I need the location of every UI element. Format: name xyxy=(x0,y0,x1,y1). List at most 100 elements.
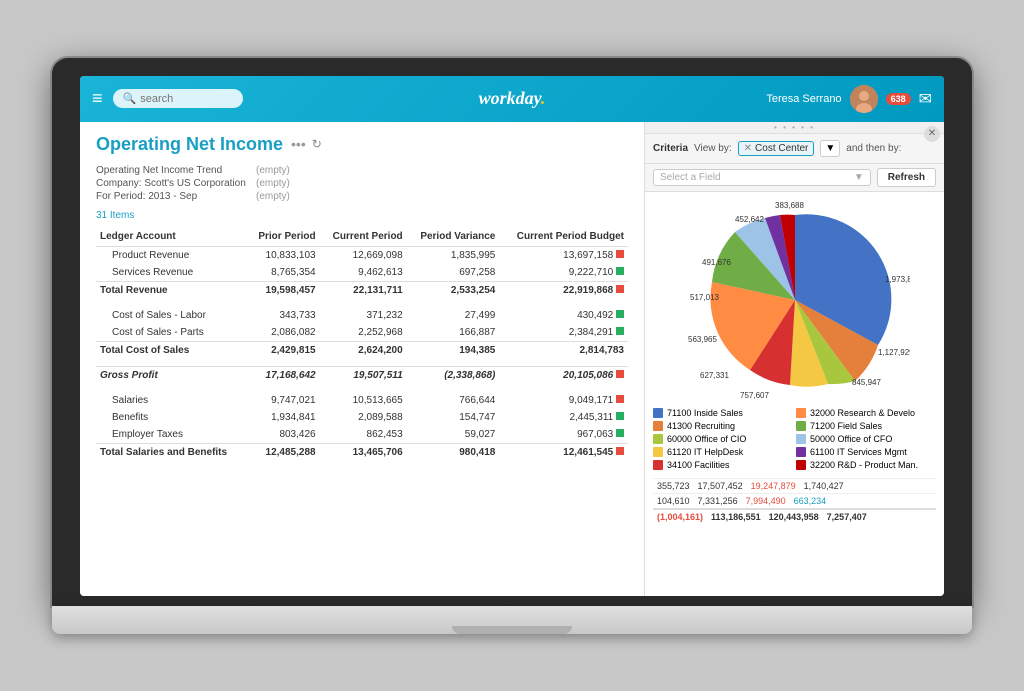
account-cell: Services Revenue xyxy=(96,264,247,282)
svg-text:491,676: 491,676 xyxy=(702,258,731,267)
flag-red-icon xyxy=(616,395,624,403)
extra-data-row: (1,004,161) 113,186,551 120,443,958 7,25… xyxy=(653,508,936,524)
left-panel: Operating Net Income ••• ↻ Operating Net… xyxy=(80,122,644,596)
page-title: Operating Net Income xyxy=(96,134,283,155)
extra-val: 7,331,256 xyxy=(698,496,738,506)
extra-data-area: 355,723 17,507,452 19,247,879 1,740,427 … xyxy=(653,478,936,524)
extra-val: 104,610 xyxy=(657,496,690,506)
svg-text:1,973,878: 1,973,878 xyxy=(885,275,910,284)
criteria-label: Criteria xyxy=(653,143,688,154)
items-count: 31 Items xyxy=(96,210,628,221)
criteria-tag-label: Cost Center xyxy=(755,143,808,154)
pie-chart-svg: 1,973,878 1,127,929 845,947 757,607 627,… xyxy=(680,200,910,400)
meta-row: For Period: 2013 - Sep (empty) xyxy=(96,191,628,202)
more-options-icon[interactable]: ••• xyxy=(291,136,306,152)
close-panel-button[interactable]: ✕ xyxy=(924,126,940,142)
nav-right: Teresa Serrano 638 ✉ xyxy=(766,85,932,113)
extra-val: 7,994,490 xyxy=(746,496,786,506)
account-cell: Product Revenue xyxy=(96,246,247,264)
budget-cell: 9,049,171 xyxy=(499,392,628,409)
legend-item: 32000 Research & Develo xyxy=(796,408,936,418)
budget-cell: 12,461,545 xyxy=(499,444,628,462)
meta-row: Operating Net Income Trend (empty) xyxy=(96,165,628,176)
table-header-row: Ledger Account Prior Period Current Peri… xyxy=(96,227,628,247)
hamburger-menu[interactable]: ≡ xyxy=(92,88,103,109)
current-cell: 862,453 xyxy=(320,426,407,444)
current-cell: 13,465,706 xyxy=(320,444,407,462)
prior-cell: 17,168,642 xyxy=(247,367,320,385)
col-header-current: Current Period xyxy=(320,227,407,247)
refresh-icon[interactable]: ↻ xyxy=(312,137,322,151)
field-chevron-icon: ▼ xyxy=(854,172,864,183)
budget-cell: 2,814,783 xyxy=(499,341,628,359)
current-cell: 22,131,711 xyxy=(320,281,407,299)
col-header-prior: Prior Period xyxy=(247,227,320,247)
gross-profit-row: Gross Profit 17,168,642 19,507,511 (2,33… xyxy=(96,367,628,385)
spacer-row xyxy=(96,384,628,392)
avatar[interactable] xyxy=(850,85,878,113)
svg-text:452,642: 452,642 xyxy=(735,215,764,224)
prior-cell: 8,765,354 xyxy=(247,264,320,282)
total-row: Total Cost of Sales 2,429,815 2,624,200 … xyxy=(96,341,628,359)
legend-label-inside-sales: 71100 Inside Sales xyxy=(667,408,743,418)
account-cell: Salaries xyxy=(96,392,247,409)
current-cell: 2,252,968 xyxy=(320,324,407,342)
table-row: Cost of Sales - Parts 2,086,082 2,252,96… xyxy=(96,324,628,342)
svg-text:627,331: 627,331 xyxy=(700,371,729,380)
budget-cell: 22,919,868 xyxy=(499,281,628,299)
search-input[interactable] xyxy=(140,93,230,105)
pie-chart-container: 1,973,878 1,127,929 845,947 757,607 627,… xyxy=(653,200,936,524)
legend-label-research: 32000 Research & Develo xyxy=(810,408,915,418)
legend-color-it-services xyxy=(796,447,806,457)
prior-cell: 19,598,457 xyxy=(247,281,320,299)
right-panel: ✕ • • • • • Criteria View by: ✕ Cost Cen… xyxy=(644,122,944,596)
legend-label-cio: 60000 Office of CIO xyxy=(667,434,746,444)
flag-green-icon xyxy=(616,429,624,437)
current-cell: 9,462,613 xyxy=(320,264,407,282)
criteria-tag[interactable]: ✕ Cost Center xyxy=(738,141,815,156)
main-content: Operating Net Income ••• ↻ Operating Net… xyxy=(80,122,944,596)
mail-icon[interactable]: ✉ xyxy=(919,89,932,109)
svg-text:517,013: 517,013 xyxy=(690,293,719,302)
notification-badge[interactable]: 638 xyxy=(886,93,911,105)
drag-dots-icon: • • • • • xyxy=(774,123,815,132)
criteria-dropdown[interactable]: ▼ xyxy=(820,140,840,157)
prior-cell: 2,429,815 xyxy=(247,341,320,359)
search-box[interactable]: 🔍 xyxy=(113,89,243,108)
legend-color-facilities xyxy=(653,460,663,470)
legend-item: 61100 IT Services Mgmt xyxy=(796,447,936,457)
criteria-bar: Criteria View by: ✕ Cost Center ▼ and th… xyxy=(645,134,944,164)
meta-value-1: (empty) xyxy=(256,178,290,189)
current-cell: 19,507,511 xyxy=(320,367,407,385)
page-title-row: Operating Net Income ••• ↻ xyxy=(96,134,628,155)
legend-item: 71100 Inside Sales xyxy=(653,408,793,418)
meta-row: Company: Scott's US Corporation (empty) xyxy=(96,178,628,189)
flag-green-icon xyxy=(616,327,624,335)
legend-label-helpdesk: 61120 IT HelpDesk xyxy=(667,447,743,457)
variance-cell: 980,418 xyxy=(407,444,500,462)
variance-cell: 154,747 xyxy=(407,409,500,426)
extra-val: 663,234 xyxy=(794,496,827,506)
variance-cell: 27,499 xyxy=(407,307,500,324)
extra-val: 17,507,452 xyxy=(698,481,743,491)
prior-cell: 12,485,288 xyxy=(247,444,320,462)
legend-item: 71200 Field Sales xyxy=(796,421,936,431)
legend-label-it-services: 61100 IT Services Mgmt xyxy=(810,447,907,457)
prior-cell: 10,833,103 xyxy=(247,246,320,264)
flag-green-icon xyxy=(616,412,624,420)
account-cell: Total Revenue xyxy=(96,281,247,299)
prior-cell: 343,733 xyxy=(247,307,320,324)
criteria-x-icon[interactable]: ✕ xyxy=(744,143,752,154)
budget-cell: 2,384,291 xyxy=(499,324,628,342)
col-header-budget: Current Period Budget xyxy=(499,227,628,247)
prior-cell: 9,747,021 xyxy=(247,392,320,409)
prior-cell: 803,426 xyxy=(247,426,320,444)
legend-color-inside-sales xyxy=(653,408,663,418)
total-row: Total Salaries and Benefits 12,485,288 1… xyxy=(96,444,628,462)
field-select[interactable]: Select a Field ▼ xyxy=(653,169,871,186)
meta-value-2: (empty) xyxy=(256,191,290,202)
refresh-button[interactable]: Refresh xyxy=(877,168,936,187)
flag-green-icon xyxy=(616,267,624,275)
data-table: Ledger Account Prior Period Current Peri… xyxy=(96,227,628,462)
extra-val: 7,257,407 xyxy=(827,512,867,522)
